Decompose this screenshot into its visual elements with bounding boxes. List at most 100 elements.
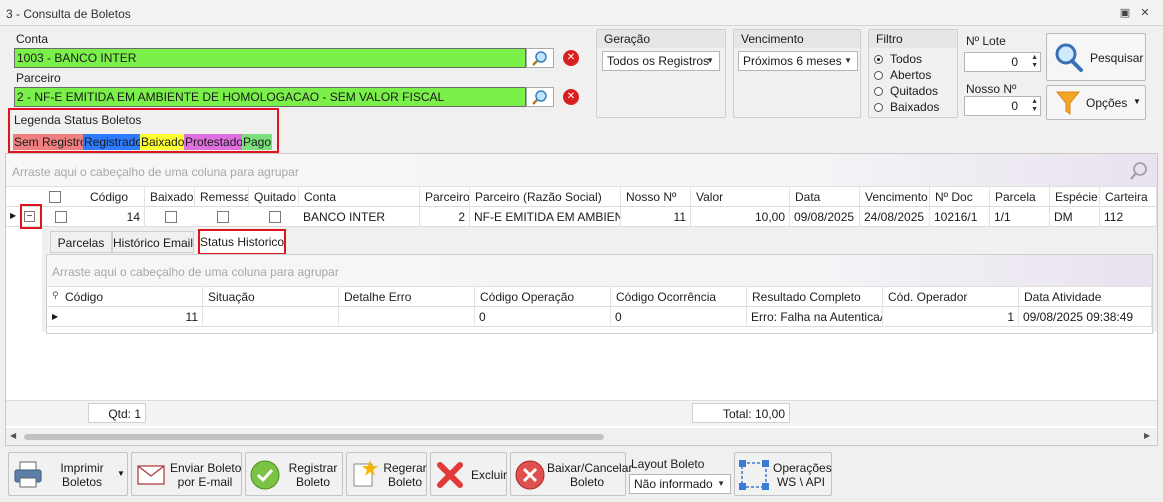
excluir-label: Excluir <box>471 468 508 482</box>
row-checkbox[interactable] <box>55 211 67 223</box>
quitado-checkbox[interactable] <box>269 211 281 223</box>
layout-boleto-select[interactable]: Não informado ▼ <box>629 474 731 494</box>
dcol-codigo-operacao[interactable]: Código Operação <box>475 287 611 307</box>
cell-parceiro: 2 <box>420 207 470 227</box>
baixado-checkbox[interactable] <box>165 211 177 223</box>
detail-row[interactable]: ▶ 11 0 0 Erro: Falha na AutenticaÃ... 1 … <box>47 307 1152 327</box>
dcol-operador[interactable]: Cód. Operador <box>883 287 1019 307</box>
col-conta[interactable]: Conta <box>299 187 420 207</box>
lote-label: Nº Lote <box>966 34 1006 48</box>
pesquisar-label: Pesquisar <box>1090 51 1144 65</box>
conta-clear-icon[interactable]: ✕ <box>563 50 579 66</box>
cell-razao-social: NF-E EMITIDA EM AMBIEN... <box>470 207 621 227</box>
radio-icon <box>874 71 883 80</box>
scroll-left-icon[interactable]: ◀ <box>10 431 16 440</box>
legend-sem-registro: Sem Registro <box>13 134 88 150</box>
filtro-label: Filtro <box>869 30 957 48</box>
remessa-checkbox[interactable] <box>217 211 229 223</box>
filtro-baixados[interactable]: Baixados <box>874 100 939 114</box>
dcol-codigo-ocorrencia[interactable]: Código Ocorrência <box>611 287 747 307</box>
group-panel[interactable]: Arraste aqui o cabeçalho de uma coluna p… <box>6 154 1157 187</box>
col-remessa[interactable]: Remessa <box>195 187 249 207</box>
col-razao-social[interactable]: Parceiro (Razão Social) <box>470 187 621 207</box>
scroll-right-icon[interactable]: ▶ <box>1144 431 1150 440</box>
filtro-todos[interactable]: Todos <box>874 52 922 66</box>
col-vencimento[interactable]: Vencimento <box>860 187 930 207</box>
legend-pago: Pago <box>242 134 273 150</box>
select-all-checkbox[interactable] <box>49 191 61 203</box>
col-especie[interactable]: Espécie <box>1050 187 1100 207</box>
search-icon[interactable]: ⚲ <box>52 290 59 301</box>
filtro-quitados[interactable]: Quitados <box>874 84 938 98</box>
col-quitado[interactable]: Quitado <box>249 187 299 207</box>
parceiro-clear-icon[interactable]: ✕ <box>563 89 579 105</box>
group-hint: Arraste aqui o cabeçalho de uma coluna p… <box>12 165 299 179</box>
excluir-button[interactable]: Excluir <box>430 452 507 496</box>
dcol-resultado[interactable]: Resultado Completo <box>747 287 883 307</box>
dcol-situacao[interactable]: Situação <box>203 287 339 307</box>
spin-down-icon[interactable]: ▼ <box>1028 106 1038 114</box>
col-codigo[interactable]: Código <box>85 187 145 207</box>
layout-boleto-value: Não informado <box>634 477 713 491</box>
imprimir-boletos-button[interactable]: Imprimir Boletos ▼ <box>8 452 128 496</box>
col-doc[interactable]: Nº Doc <box>930 187 990 207</box>
nosso-numero-label: Nosso Nº <box>966 82 1017 96</box>
network-icon <box>739 460 769 490</box>
tab-parcelas[interactable]: Parcelas <box>50 231 112 253</box>
grid-header: Código Baixado Remessa Quitado Conta Par… <box>6 187 1157 207</box>
operacoes-ws-api-button[interactable]: Operações WS \ API <box>734 452 832 496</box>
geracao-select[interactable]: Todos os Registros ▼ <box>602 51 720 71</box>
cell-valor: 10,00 <box>691 207 790 227</box>
lote-spinner[interactable]: 0 ▲ ▼ <box>964 52 1041 72</box>
col-parceiro[interactable]: Parceiro <box>420 187 470 207</box>
detail-group-panel[interactable]: Arraste aqui o cabeçalho de uma coluna p… <box>47 255 1152 287</box>
conta-search-button[interactable] <box>526 48 554 68</box>
dcol-detalhe-erro[interactable]: Detalhe Erro <box>339 287 475 307</box>
opcoes-button[interactable]: Opções ▼ <box>1046 85 1146 120</box>
col-valor[interactable]: Valor <box>691 187 790 207</box>
conta-field[interactable]: 1003 - BANCO INTER <box>14 48 526 68</box>
col-baixado[interactable]: Baixado <box>145 187 195 207</box>
restore-icon[interactable]: ▣ <box>1118 6 1132 20</box>
col-nosso-numero[interactable]: Nosso Nº <box>621 187 691 207</box>
parceiro-label: Parceiro <box>16 71 61 85</box>
dcell-data-atividade: 09/08/2025 09:38:49 <box>1019 307 1152 327</box>
parceiro-field[interactable]: 2 - NF-E EMITIDA EM AMBIENTE DE HOMOLOGA… <box>14 87 526 107</box>
row-indicator-icon: ▶ <box>52 312 59 321</box>
parceiro-search-button[interactable] <box>526 87 554 107</box>
col-carteira[interactable]: Carteira <box>1100 187 1157 207</box>
enviar-email-button[interactable]: Enviar Boleto por E-mail <box>131 452 242 496</box>
search-icon[interactable] <box>1129 161 1149 181</box>
dcol-codigo[interactable]: Código <box>60 287 203 307</box>
delete-x-icon <box>437 462 463 488</box>
tab-status-historico[interactable]: Status Historico <box>198 229 286 255</box>
dcell-operador: 1 <box>883 307 1019 327</box>
chevron-down-icon: ▼ <box>844 56 852 65</box>
check-icon <box>250 460 280 490</box>
status-historico-grid: Arraste aqui o cabeçalho de uma coluna p… <box>46 254 1153 334</box>
horizontal-scrollbar[interactable]: ◀ ▶ <box>6 428 1157 445</box>
vencimento-select[interactable]: Próximos 6 meses ▼ <box>738 51 858 71</box>
filtro-abertos[interactable]: Abertos <box>874 68 931 82</box>
spin-up-icon[interactable]: ▲ <box>1028 98 1038 106</box>
dcell-detalhe-erro <box>339 307 475 327</box>
nosso-numero-spinner[interactable]: 0 ▲ ▼ <box>964 96 1041 116</box>
spin-up-icon[interactable]: ▲ <box>1028 54 1038 62</box>
dcell-situacao <box>203 307 339 327</box>
chevron-down-icon[interactable]: ▼ <box>117 469 125 478</box>
printer-icon <box>14 461 42 488</box>
regerar-boleto-button[interactable]: Regerar Boleto <box>346 452 427 496</box>
tab-historico-email[interactable]: Histórico Email <box>112 231 194 253</box>
registrar-label: Registrar Boleto <box>288 461 338 489</box>
pesquisar-button[interactable]: Pesquisar <box>1046 33 1146 81</box>
dcol-data-atividade[interactable]: Data Atividade <box>1019 287 1152 307</box>
spin-down-icon[interactable]: ▼ <box>1028 62 1038 70</box>
registrar-boleto-button[interactable]: Registrar Boleto <box>245 452 343 496</box>
col-data[interactable]: Data <box>790 187 860 207</box>
scroll-thumb[interactable] <box>24 434 604 440</box>
regerar-label: Regerar Boleto <box>383 461 427 489</box>
col-parcela[interactable]: Parcela <box>990 187 1050 207</box>
table-row[interactable]: ▶ − 14 BANCO INTER 2 NF-E EMITIDA EM AMB… <box>6 207 1157 227</box>
baixar-cancelar-button[interactable]: Baixar/Cancelar Boleto <box>510 452 632 496</box>
close-icon[interactable]: ✕ <box>1138 6 1152 20</box>
